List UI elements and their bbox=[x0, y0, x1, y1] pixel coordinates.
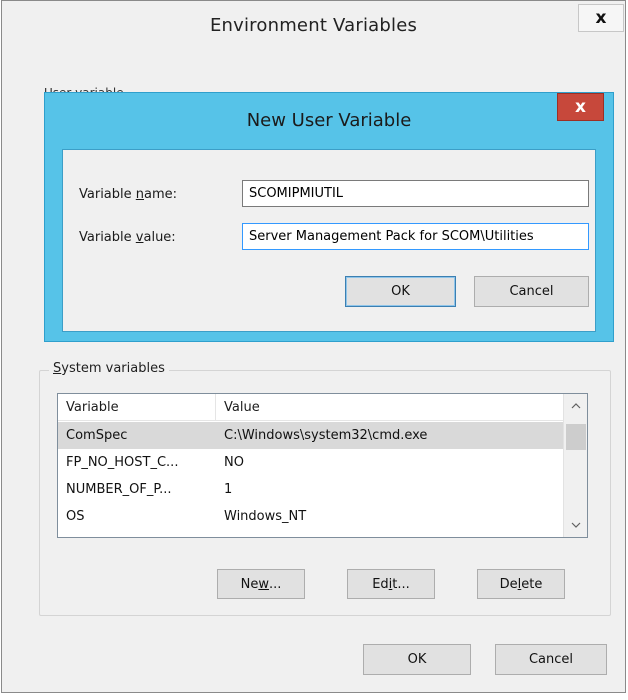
row-variable-cell: NUMBER_OF_P... bbox=[66, 482, 172, 497]
table-row[interactable]: ComSpec C:\Windows\system32\cmd.exe bbox=[58, 422, 563, 449]
env-close-button[interactable]: x bbox=[578, 4, 624, 32]
dialog-title: New User Variable bbox=[246, 110, 412, 131]
scrollbar-thumb[interactable] bbox=[566, 424, 586, 450]
dialog-ok-button[interactable]: OK bbox=[345, 276, 456, 307]
env-ok-button[interactable]: OK bbox=[363, 644, 471, 675]
row-value-cell: Windows_NT bbox=[224, 509, 307, 524]
row-value-cell: NO bbox=[224, 455, 244, 470]
vertical-scrollbar[interactable] bbox=[563, 394, 587, 537]
new-user-variable-dialog: New User Variable x Variable name: SCOMI… bbox=[44, 92, 614, 342]
env-cancel-button[interactable]: Cancel bbox=[495, 644, 607, 675]
variable-name-label: Variable name: bbox=[79, 187, 178, 202]
chevron-down-icon[interactable] bbox=[564, 515, 587, 535]
row-variable-cell: OS bbox=[66, 509, 85, 524]
list-body: ComSpec C:\Windows\system32\cmd.exe FP_N… bbox=[58, 422, 563, 530]
variable-value-label: Variable value: bbox=[79, 230, 176, 245]
edit-system-variable-button[interactable]: Ed i t... bbox=[347, 569, 435, 599]
dialog-client-area: Variable name: SCOMIPMIUTIL Variable val… bbox=[62, 149, 596, 332]
column-header-variable[interactable]: Variable bbox=[58, 394, 216, 421]
row-value-cell: C:\Windows\system32\cmd.exe bbox=[224, 428, 428, 443]
system-variables-list[interactable]: Variable Value ComSpec C:\Windows\system… bbox=[57, 393, 588, 538]
system-variables-label: System variables bbox=[49, 361, 169, 376]
variable-name-input[interactable]: SCOMIPMIUTIL bbox=[242, 180, 589, 207]
list-header: Variable Value bbox=[58, 394, 563, 421]
row-value-cell: 1 bbox=[224, 482, 233, 497]
dialog-cancel-button[interactable]: Cancel bbox=[474, 276, 589, 307]
dialog-close-button[interactable]: x bbox=[557, 93, 604, 121]
table-row[interactable]: FP_NO_HOST_C... NO bbox=[58, 449, 563, 476]
new-system-variable-button[interactable]: Ne w... bbox=[217, 569, 305, 599]
env-window-title: Environment Variables bbox=[209, 15, 418, 36]
table-row[interactable]: NUMBER_OF_P... 1 bbox=[58, 476, 563, 503]
row-variable-cell: FP_NO_HOST_C... bbox=[66, 455, 179, 470]
row-variable-cell: ComSpec bbox=[66, 428, 128, 443]
delete-system-variable-button[interactable]: De l ete bbox=[477, 569, 565, 599]
close-icon: x bbox=[595, 7, 607, 28]
table-row[interactable]: OS Windows_NT bbox=[58, 503, 563, 530]
column-header-value[interactable]: Value bbox=[216, 394, 556, 421]
chevron-up-icon[interactable] bbox=[564, 396, 587, 416]
close-icon: x bbox=[575, 96, 586, 117]
variable-value-input[interactable]: Server Management Pack for SCOM\Utilitie… bbox=[242, 223, 589, 250]
env-titlebar: Environment Variables x bbox=[2, 1, 625, 51]
